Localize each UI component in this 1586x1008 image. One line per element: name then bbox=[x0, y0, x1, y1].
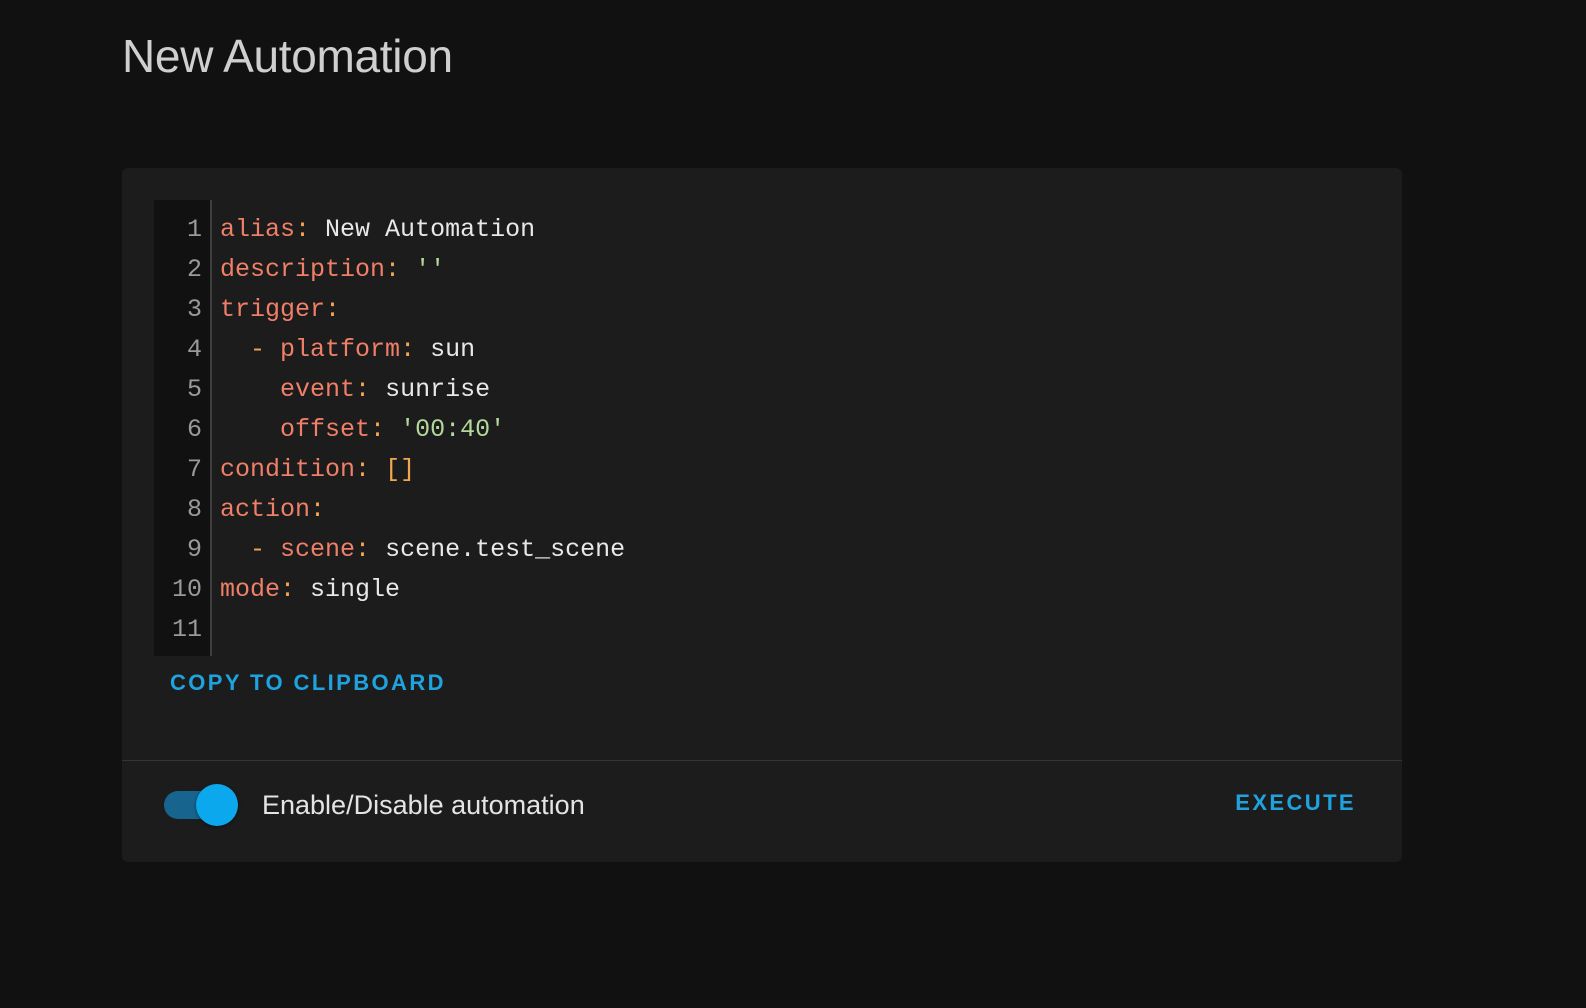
yaml-key: platform bbox=[280, 335, 401, 364]
yaml-colon: : bbox=[355, 535, 371, 564]
code-line: action: bbox=[220, 490, 1370, 530]
yaml-key: event bbox=[280, 375, 356, 404]
yaml-key: mode bbox=[220, 575, 281, 604]
line-number: 2 bbox=[186, 255, 202, 284]
line-number: 11 bbox=[171, 615, 202, 644]
yaml-colon: : bbox=[310, 495, 326, 524]
code-line: offset: '00:40' bbox=[220, 410, 1370, 450]
yaml-colon: : bbox=[370, 415, 386, 444]
yaml-colon: : bbox=[400, 335, 416, 364]
code-line: mode: single bbox=[220, 570, 1370, 610]
yaml-key: trigger bbox=[220, 295, 326, 324]
yaml-value: sun bbox=[430, 335, 476, 364]
line-number: 8 bbox=[186, 495, 202, 524]
line-number: 9 bbox=[186, 535, 202, 564]
yaml-key: description bbox=[220, 255, 386, 284]
yaml-key: condition bbox=[220, 455, 356, 484]
yaml-editor[interactable]: 1 2 3 4 5 6 7 8 9 10 11 alias: New Automation descr… bbox=[154, 200, 1370, 656]
code-line: description: '' bbox=[220, 250, 1370, 290]
yaml-colon: : bbox=[355, 455, 371, 484]
code-line: event: sunrise bbox=[220, 370, 1370, 410]
automation-card: 1 2 3 4 5 6 7 8 9 10 11 alias: New Automation descr… bbox=[122, 168, 1402, 862]
yaml-key: offset bbox=[280, 415, 371, 444]
yaml-value: sunrise bbox=[385, 375, 491, 404]
code-area[interactable]: alias: New Automation description: '' trig… bbox=[212, 200, 1370, 656]
line-number: 1 bbox=[186, 215, 202, 244]
code-line: alias: New Automation bbox=[220, 210, 1370, 250]
yaml-value: [] bbox=[385, 455, 416, 484]
yaml-key: action bbox=[220, 495, 311, 524]
line-number: 3 bbox=[186, 295, 202, 324]
yaml-colon: : bbox=[325, 295, 341, 324]
card-divider bbox=[122, 760, 1402, 761]
yaml-value: '' bbox=[415, 255, 446, 284]
yaml-value: '00:40' bbox=[400, 415, 506, 444]
code-line: - platform: sun bbox=[220, 330, 1370, 370]
yaml-colon: : bbox=[295, 215, 311, 244]
line-number: 5 bbox=[186, 375, 202, 404]
yaml-value: single bbox=[310, 575, 401, 604]
yaml-value: scene.test_scene bbox=[385, 535, 626, 564]
line-number: 10 bbox=[171, 575, 202, 604]
yaml-dash: - bbox=[250, 335, 281, 364]
toggle-label: Enable/Disable automation bbox=[262, 790, 585, 820]
line-number-gutter: 1 2 3 4 5 6 7 8 9 10 11 bbox=[154, 200, 212, 656]
yaml-colon: : bbox=[355, 375, 371, 404]
enable-automation-toggle[interactable] bbox=[164, 784, 238, 826]
line-number: 6 bbox=[186, 415, 202, 444]
code-line: condition: [] bbox=[220, 450, 1370, 490]
toggle-thumb bbox=[196, 784, 238, 826]
yaml-colon: : bbox=[385, 255, 401, 284]
copy-to-clipboard-button[interactable]: COPY TO CLIPBOARD bbox=[170, 666, 446, 700]
execute-button[interactable]: EXECUTE bbox=[1235, 786, 1356, 820]
code-line: - scene: scene.test_scene bbox=[220, 530, 1370, 570]
line-number: 4 bbox=[186, 335, 202, 364]
line-number: 7 bbox=[186, 455, 202, 484]
yaml-colon: : bbox=[280, 575, 296, 604]
yaml-dash: - bbox=[250, 535, 281, 564]
yaml-value: New Automation bbox=[325, 215, 536, 244]
yaml-key: scene bbox=[280, 535, 356, 564]
yaml-key: alias bbox=[220, 215, 296, 244]
code-line: trigger: bbox=[220, 290, 1370, 330]
page-title: New Automation bbox=[122, 30, 453, 82]
